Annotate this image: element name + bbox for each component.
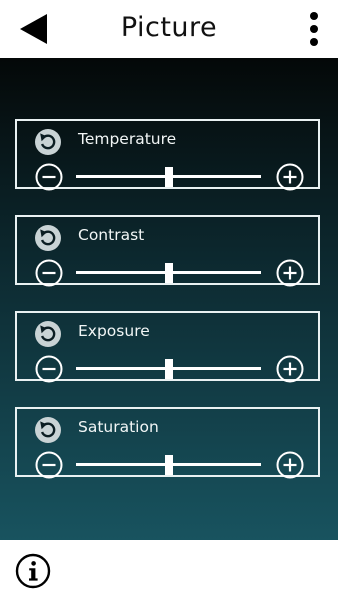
temperature-decrease-button[interactable]	[35, 163, 63, 191]
more-vertical-icon	[310, 12, 318, 46]
saturation-slider[interactable]	[76, 455, 261, 475]
slider-thumb[interactable]	[164, 167, 173, 187]
saturation-decrease-button[interactable]	[35, 451, 63, 479]
reset-icon	[35, 417, 61, 443]
plus-circle-icon	[276, 259, 304, 287]
reset-icon	[35, 129, 61, 155]
temperature-slider[interactable]	[76, 167, 261, 187]
exposure-label: Exposure	[78, 322, 150, 340]
exposure-slider[interactable]	[76, 359, 261, 379]
plus-circle-icon	[276, 163, 304, 191]
app-footer	[0, 540, 338, 600]
slider-thumb[interactable]	[164, 455, 173, 475]
exposure-reset-button[interactable]	[34, 320, 62, 348]
minus-circle-icon	[35, 355, 63, 383]
plus-circle-icon	[276, 451, 304, 479]
saturation-control: Saturation	[15, 407, 320, 479]
minus-circle-icon	[35, 259, 63, 287]
minus-circle-icon	[35, 451, 63, 479]
page-title: Picture	[120, 12, 218, 43]
temperature-increase-button[interactable]	[276, 163, 304, 191]
contrast-slider[interactable]	[76, 263, 261, 283]
saturation-label: Saturation	[78, 418, 159, 436]
app-header: Picture	[0, 0, 338, 58]
contrast-control: Contrast	[15, 215, 320, 287]
contrast-label: Contrast	[78, 226, 145, 244]
exposure-decrease-button[interactable]	[35, 355, 63, 383]
saturation-reset-button[interactable]	[34, 416, 62, 444]
info-icon	[15, 553, 51, 589]
slider-thumb[interactable]	[164, 359, 173, 379]
slider-thumb[interactable]	[164, 263, 173, 283]
plus-circle-icon	[276, 355, 304, 383]
saturation-increase-button[interactable]	[276, 451, 304, 479]
temperature-label: Temperature	[78, 130, 177, 148]
contrast-reset-button[interactable]	[34, 224, 62, 252]
exposure-increase-button[interactable]	[276, 355, 304, 383]
temperature-control: Temperature	[15, 119, 320, 191]
reset-icon	[35, 321, 61, 347]
temperature-reset-button[interactable]	[34, 128, 62, 156]
adjustments-panel: Temperature Contrast Exposure Saturation	[0, 58, 338, 540]
more-options-button[interactable]	[300, 8, 328, 52]
contrast-decrease-button[interactable]	[35, 259, 63, 287]
contrast-increase-button[interactable]	[276, 259, 304, 287]
reset-icon	[35, 225, 61, 251]
info-button[interactable]	[15, 553, 51, 589]
exposure-control: Exposure	[15, 311, 320, 383]
minus-circle-icon	[35, 163, 63, 191]
